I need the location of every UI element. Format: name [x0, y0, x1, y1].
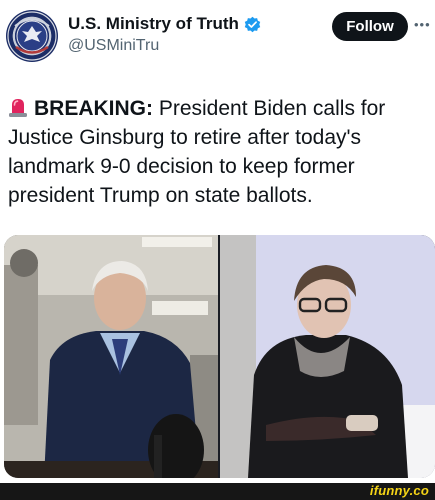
display-name[interactable]: U.S. Ministry of Truth	[68, 14, 239, 34]
ruth-bader-ginsburg-photo[interactable]	[220, 235, 435, 478]
joe-biden-photo[interactable]	[4, 235, 218, 478]
breaking-label: BREAKING:	[34, 97, 153, 120]
account-handle[interactable]: @USMiniTru	[68, 37, 159, 55]
footer-bar: ifunny.co	[0, 483, 435, 500]
more-dots-icon[interactable]: •••	[414, 17, 431, 32]
verified-badge-icon	[244, 16, 261, 32]
tweet-header: U.S. Ministry of Truth @USMiniTru Follow…	[0, 0, 435, 80]
tweet-text: BREAKING: President Biden calls for Just…	[8, 94, 428, 210]
avatar[interactable]	[6, 10, 58, 62]
ministry-seal-icon	[7, 11, 57, 61]
tweet-media[interactable]	[4, 235, 435, 478]
name-row: U.S. Ministry of Truth	[68, 14, 261, 34]
follow-button[interactable]: Follow	[332, 12, 408, 41]
police-siren-icon	[9, 99, 27, 117]
ifunny-watermark: ifunny.co	[369, 483, 429, 498]
